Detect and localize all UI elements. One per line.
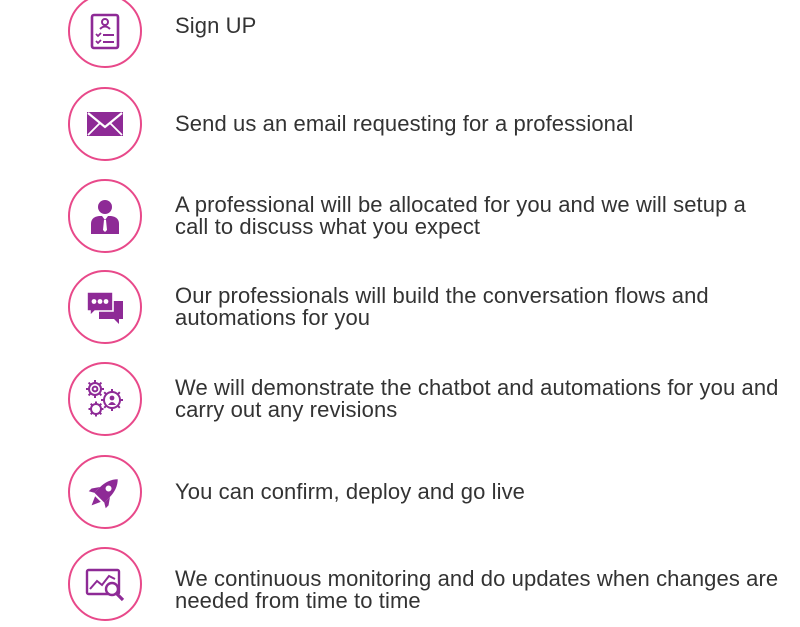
step-text: We will demonstrate the chatbot and auto…: [175, 375, 779, 422]
step-monitoring: We continuous monitoring and do updates …: [68, 547, 788, 625]
step-text: We continuous monitoring and do updates …: [175, 566, 779, 613]
step-build-flows: Our professionals will build the convers…: [68, 270, 788, 348]
step-icon-circle: [68, 455, 142, 529]
step-text: Our professionals will build the convers…: [175, 283, 709, 330]
clipboard-checklist-icon: [90, 13, 120, 50]
step-icon-circle: [68, 547, 142, 621]
step-icon-circle: [68, 270, 142, 344]
step-deploy: You can confirm, deploy and go live: [68, 455, 788, 533]
step-demonstrate: We will demonstrate the chatbot and auto…: [68, 362, 788, 440]
envelope-icon: [87, 112, 123, 136]
step-icon-circle: [68, 179, 142, 253]
step-icon-circle: [68, 0, 142, 68]
step-text: Sign UP: [175, 13, 257, 38]
professional-person-icon: [91, 200, 119, 234]
process-steps-list: Sign UP Send us an email requesting for …: [0, 0, 800, 621]
step-text: Send us an email requesting for a profes…: [175, 111, 634, 136]
step-text: You can confirm, deploy and go live: [175, 479, 526, 504]
step-send-email: Send us an email requesting for a profes…: [68, 87, 788, 165]
step-sign-up: Sign UP: [68, 0, 788, 72]
step-icon-circle: [68, 87, 142, 161]
gears-icon: [86, 380, 123, 417]
chat-bubbles-icon: [86, 291, 123, 324]
step-professional-allocated: A professional will be allocated for you…: [68, 179, 788, 257]
rocket-icon: [88, 479, 118, 509]
step-icon-circle: [68, 362, 142, 436]
monitoring-chart-icon: [85, 568, 125, 602]
step-text: A professional will be allocated for you…: [175, 192, 746, 239]
